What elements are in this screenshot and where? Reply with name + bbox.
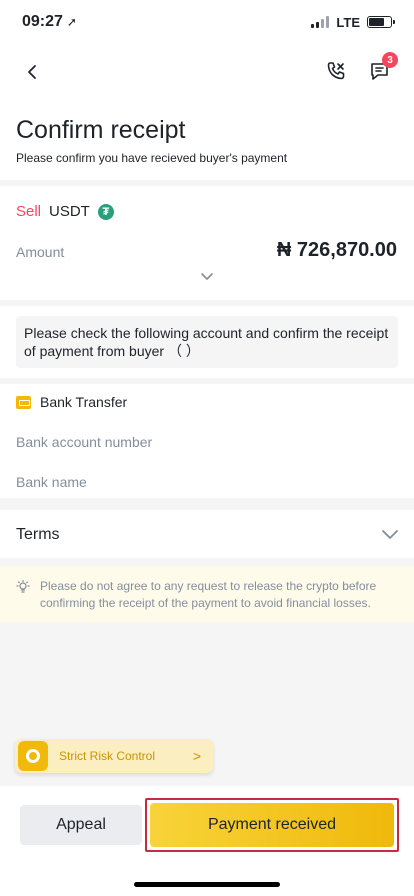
bank-name-label: Bank name [16,474,87,490]
tether-icon: ₮ [97,203,114,220]
chevron-down-icon [201,273,213,280]
payment-check-section: Please check the following account and c… [0,306,414,378]
trade-pair: Sell USDT ₮ [16,203,114,220]
status-time: 09:27 ➚ [22,13,77,31]
clock: 09:27 [22,13,63,30]
chat-unread-badge: 3 [382,52,398,68]
payment-method: Bank Transfer [16,394,127,410]
network-type: LTE [336,14,360,30]
status-bar: 09:27 ➚ LTE [0,0,414,44]
bank-account-number-label: Bank account number [16,434,153,450]
payment-method-section: Bank Transfer Bank account number Bank n… [0,384,414,498]
payment-method-label: Bank Transfer [40,394,128,410]
chevron-down-icon [382,530,398,539]
payment-check-notice: Please check the following account and c… [16,316,398,368]
battery-icon [367,16,395,28]
shield-icon [18,741,48,771]
trade-side: Sell [16,203,42,220]
chevron-left-icon [28,65,36,79]
strict-risk-control-button[interactable]: Strict Risk Control > [15,739,213,773]
signal-icon [311,16,330,28]
bank-card-icon [16,395,31,409]
risk-control-label: Strict Risk Control [59,749,156,763]
terms-label: Terms [16,526,60,543]
bottom-action-bar: Appeal Payment received [0,786,414,896]
phone-icon [327,62,345,80]
terms-section[interactable]: Terms [0,510,414,558]
location-icon: ➚ [66,15,77,29]
top-nav [0,44,414,100]
amount-value: ₦ 726,870.00 [276,239,397,261]
page-header: Confirm receipt Please confirm you have … [0,100,414,180]
page-title: Confirm receipt [16,116,186,144]
warning-text: Please do not agree to any request to re… [40,579,377,610]
appeal-button[interactable]: Appeal [20,805,142,845]
chevron-right-icon: > [192,748,201,764]
asset-name: USDT [49,203,90,220]
page-subtitle: Please confirm you have recieved buyer's… [16,151,288,165]
status-indicators: LTE [311,14,395,30]
order-summary: Sell USDT ₮ Amount ₦ 726,870.00 [0,186,414,300]
lightbulb-icon [16,580,30,593]
warning-banner: Please do not agree to any request to re… [0,566,414,622]
home-indicator [134,882,280,887]
back-button[interactable] [20,60,44,84]
payment-received-button[interactable]: Payment received [150,803,394,847]
expand-details-button[interactable] [199,269,215,285]
call-button[interactable] [323,58,349,84]
amount-label: Amount [16,244,65,260]
